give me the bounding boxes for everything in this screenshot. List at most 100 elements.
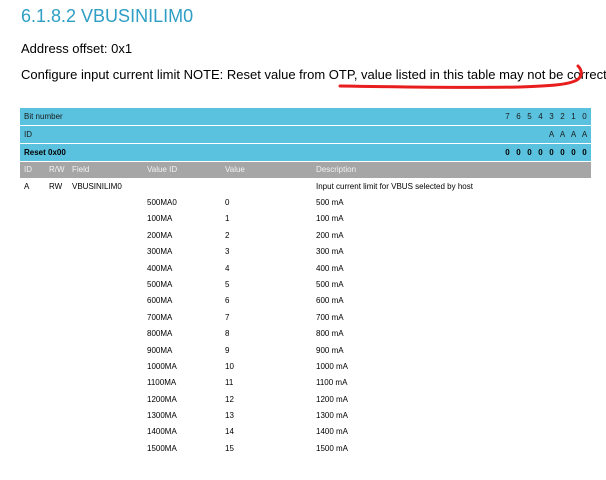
value-id: 300MA bbox=[147, 247, 173, 257]
value-id: 1200MA bbox=[147, 394, 177, 404]
bits-cell: 4 bbox=[538, 112, 543, 121]
value-row: 1000MA 10 1000 mA bbox=[20, 359, 591, 375]
bits-cell: 3 bbox=[549, 112, 554, 121]
reset_values-cell: 0 bbox=[549, 148, 554, 157]
value-id: 800MA bbox=[147, 329, 173, 339]
value-row: 1300MA 13 1300 mA bbox=[20, 408, 591, 424]
value-id: 900MA bbox=[147, 345, 173, 355]
bit-number-row: Bit number 76543210 bbox=[20, 108, 591, 125]
bit-number-cells: 76543210 bbox=[502, 108, 590, 125]
column-header-row: ID R/W Field Value ID Value Description bbox=[20, 162, 591, 178]
value-row: 1400MA 14 1400 mA bbox=[20, 424, 591, 440]
reset_values-cell: 0 bbox=[582, 148, 587, 157]
value-id: 1100MA bbox=[147, 378, 177, 388]
ids-cell bbox=[524, 126, 535, 143]
reset_values-cell: 0 bbox=[516, 148, 521, 157]
field-rw: RW bbox=[49, 182, 63, 191]
value: 7 bbox=[225, 312, 230, 322]
value-row: 500MA 5 500 mA bbox=[20, 277, 591, 293]
value: 8 bbox=[225, 329, 230, 339]
id-row: ID AAAA bbox=[20, 125, 591, 143]
col-description: Description bbox=[316, 165, 357, 174]
value-description: 1000 mA bbox=[316, 361, 349, 371]
col-value: Value bbox=[225, 165, 245, 174]
bits-cell: 6 bbox=[516, 112, 521, 121]
reset_values-cell: 0 bbox=[560, 148, 565, 157]
value-id: 100MA bbox=[147, 214, 173, 224]
value: 3 bbox=[225, 247, 230, 257]
bits-cell: 0 bbox=[582, 112, 587, 121]
value-description: 900 mA bbox=[316, 345, 344, 355]
section-title: 6.1.8.2 VBUSINILIM0 bbox=[21, 6, 194, 26]
register-table: Bit number 76543210 ID AAAA Reset 0x00 0… bbox=[20, 108, 591, 457]
ids-cell: A bbox=[548, 130, 555, 139]
register-description: Configure input current limit NOTE: Rese… bbox=[21, 67, 606, 82]
bits-cell: 2 bbox=[560, 112, 565, 121]
ids-cell bbox=[513, 126, 524, 143]
value-description: 700 mA bbox=[316, 312, 344, 322]
value: 1 bbox=[225, 214, 230, 224]
value: 14 bbox=[225, 427, 234, 437]
value: 12 bbox=[225, 394, 234, 404]
value-row: 100MA 1 100 mA bbox=[20, 211, 591, 227]
reset-row: Reset 0x00 00000000 bbox=[20, 143, 591, 161]
value-id: 1300MA bbox=[147, 411, 177, 421]
value-row: 200MA 2 200 mA bbox=[20, 228, 591, 244]
bits-cell: 1 bbox=[571, 112, 576, 121]
reset_values-cell: 0 bbox=[527, 148, 532, 157]
value-id: 200MA bbox=[147, 230, 173, 240]
value-description: 1500 mA bbox=[316, 443, 349, 453]
value-description: 1400 mA bbox=[316, 427, 349, 437]
value: 2 bbox=[225, 230, 230, 240]
address-offset: Address offset: 0x1 bbox=[21, 41, 133, 56]
ids-cell: A bbox=[570, 130, 577, 139]
bits-cell: 7 bbox=[505, 112, 510, 121]
value-id: 500MA bbox=[147, 279, 173, 289]
field-description: Input current limit for VBUS selected by… bbox=[316, 182, 473, 191]
value-row: 600MA 6 600 mA bbox=[20, 293, 591, 309]
value-id: 1500MA bbox=[147, 443, 177, 453]
value-description: 200 mA bbox=[316, 230, 344, 240]
value: 11 bbox=[225, 378, 234, 388]
field-name: VBUSINILIM0 bbox=[72, 182, 122, 191]
col-id: ID bbox=[24, 165, 32, 174]
value-row: 300MA 3 300 mA bbox=[20, 244, 591, 260]
bits-cell: 5 bbox=[527, 112, 532, 121]
value-row: 900MA 9 900 mA bbox=[20, 343, 591, 359]
field-id: A bbox=[24, 182, 30, 191]
value-id: 1400MA bbox=[147, 427, 177, 437]
value-row: 400MA 4 400 mA bbox=[20, 261, 591, 277]
reset-cells: 00000000 bbox=[502, 144, 590, 161]
value-list: 500MA0 0 500 mA 100MA 1 100 mA 200MA 2 200 mA 300… bbox=[20, 195, 591, 457]
ids-cell: A bbox=[559, 130, 566, 139]
value-description: 1200 mA bbox=[316, 394, 349, 404]
value-row: 800MA 8 800 mA bbox=[20, 326, 591, 342]
ids-cell bbox=[535, 126, 546, 143]
col-value-id: Value ID bbox=[147, 165, 178, 174]
reset-label: Reset 0x00 bbox=[24, 148, 66, 157]
id-label: ID bbox=[24, 130, 32, 139]
reset_values-cell: 0 bbox=[571, 148, 576, 157]
value-row: 1500MA 15 1500 mA bbox=[20, 441, 591, 457]
value-description: 100 mA bbox=[316, 214, 344, 224]
value-row: 1200MA 12 1200 mA bbox=[20, 392, 591, 408]
value-description: 500 mA bbox=[316, 198, 344, 207]
value-description: 1100 mA bbox=[316, 378, 348, 388]
value: 13 bbox=[225, 411, 234, 421]
value-id: 700MA bbox=[147, 312, 173, 322]
value: 5 bbox=[225, 279, 230, 289]
value-description: 400 mA bbox=[316, 263, 344, 273]
value: 6 bbox=[225, 296, 230, 306]
value: 4 bbox=[225, 263, 230, 273]
col-field: Field bbox=[72, 165, 90, 174]
value: 0 bbox=[225, 198, 230, 207]
value-id: 500MA0 bbox=[147, 198, 177, 207]
value-description: 500 mA bbox=[316, 279, 344, 289]
value: 9 bbox=[225, 345, 230, 355]
col-rw: R/W bbox=[49, 165, 65, 174]
value-id: 1000MA bbox=[147, 361, 177, 371]
value-id: 600MA bbox=[147, 296, 173, 306]
value-id: 400MA bbox=[147, 263, 173, 273]
id-cells: AAAA bbox=[502, 126, 590, 143]
value-description: 1300 mA bbox=[316, 411, 349, 421]
